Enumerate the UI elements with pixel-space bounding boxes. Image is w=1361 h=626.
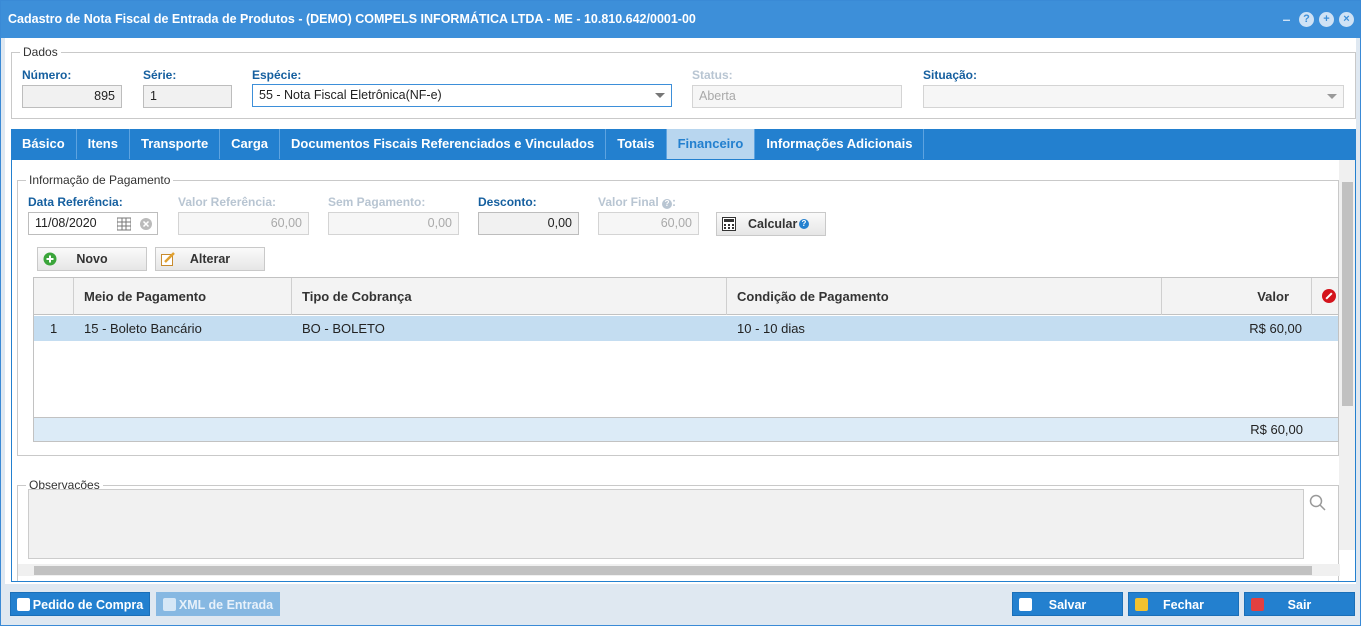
data-referencia-value: 11/08/2020	[35, 216, 97, 230]
vertical-scrollbar[interactable]	[1339, 160, 1355, 550]
table-row[interactable]: 1 15 - Boleto Bancário BO - BOLETO 10 - …	[34, 316, 1338, 341]
novo-label: Novo	[76, 252, 108, 266]
grid-total: R$ 60,00	[34, 417, 1338, 441]
form-body: Dados Número: 895 Série: 1 Espécie: 55 -…	[5, 38, 1356, 584]
tab-totais[interactable]: Totais	[606, 129, 667, 159]
situacao-select	[923, 85, 1344, 108]
tab-carga[interactable]: Carga	[220, 129, 281, 159]
serie-label: Série:	[143, 68, 177, 82]
salvar-button[interactable]: Salvar	[1012, 592, 1123, 616]
observacoes-textarea[interactable]	[28, 489, 1304, 559]
tab-itens[interactable]: Itens	[77, 129, 130, 159]
col-header-tipo[interactable]: Tipo de Cobrança	[292, 278, 727, 315]
window-title: Cadastro de Nota Fiscal de Entrada de Pr…	[8, 12, 696, 26]
tab-transporte[interactable]: Transporte	[130, 129, 221, 159]
info-icon: ?	[662, 199, 673, 209]
status-label: Status:	[692, 68, 733, 82]
calcular-button[interactable]: Calcular ?	[716, 212, 826, 236]
calcular-label: Calcular	[748, 217, 798, 231]
grid-header: Meio de Pagamento Tipo de Cobrança Condi…	[34, 278, 1338, 315]
numero-label: Número:	[22, 68, 72, 82]
alterar-label: Alterar	[189, 252, 231, 266]
tab-basico[interactable]: Básico	[11, 129, 77, 159]
close-icon[interactable]: ×	[1339, 12, 1354, 27]
data-referencia-label: Data Referência:	[28, 195, 123, 209]
fechar-label: Fechar	[1163, 598, 1204, 612]
cell-index: 1	[50, 321, 58, 336]
bottom-toolbar: Pedido de Compra XML de Entrada Salvar F…	[1, 586, 1360, 625]
cell-meio: 15 - Boleto Bancário	[84, 321, 202, 336]
valor-referencia-label: Valor Referência:	[178, 195, 277, 209]
minimize-icon[interactable]: –	[1279, 12, 1294, 27]
title-bar: Cadastro de Nota Fiscal de Entrada de Pr…	[1, 1, 1360, 38]
calendar-icon[interactable]	[117, 217, 131, 231]
scroll-thumb[interactable]	[1342, 182, 1353, 406]
window: Cadastro de Nota Fiscal de Entrada de Pr…	[0, 0, 1361, 626]
sem-pagamento-label: Sem Pagamento:	[328, 195, 426, 209]
xml-de-entrada-button: XML de Entrada	[156, 592, 280, 616]
valor-final-label: Valor Final	[598, 195, 659, 209]
tab-bar: Básico Itens Transporte Carga Documentos…	[11, 129, 1356, 159]
status-field: Aberta	[692, 85, 902, 108]
help-icon[interactable]: ?	[799, 219, 809, 229]
salvar-label: Salvar	[1048, 598, 1087, 612]
sem-pagamento-field: 0,00	[328, 212, 459, 235]
col-header-valor[interactable]: Valor	[1162, 278, 1312, 315]
col-header-remove[interactable]	[1312, 278, 1338, 315]
horizontal-scrollbar[interactable]	[18, 564, 1340, 576]
novo-button[interactable]: Novo	[37, 247, 147, 271]
col-header-index	[34, 278, 74, 315]
tab-documentos-fiscais[interactable]: Documentos Fiscais Referenciados e Vincu…	[280, 129, 607, 159]
dados-legend: Dados	[23, 45, 58, 59]
scroll-thumb[interactable]	[34, 566, 1312, 575]
sair-label: Sair	[1287, 598, 1312, 612]
fechar-button[interactable]: Fechar	[1128, 592, 1239, 616]
serie-field[interactable]: 1	[143, 85, 232, 108]
especie-select[interactable]: 55 - Nota Fiscal Eletrônica(NF-e)	[252, 84, 672, 107]
cell-valor: R$ 60,00	[1249, 321, 1302, 336]
sair-button[interactable]: Sair	[1244, 592, 1355, 616]
valor-final-label-wrap: Valor Final ?:	[598, 195, 677, 209]
desconto-label: Desconto:	[478, 195, 537, 209]
pedido-label: Pedido de Compra	[32, 598, 144, 612]
desconto-field[interactable]: 0,00	[478, 212, 579, 235]
situacao-label: Situação:	[923, 68, 978, 82]
cell-tipo: BO - BOLETO	[302, 321, 385, 336]
valor-referencia-field: 60,00	[178, 212, 309, 235]
col-header-meio[interactable]: Meio de Pagamento	[74, 278, 292, 315]
help-icon[interactable]: ?	[1299, 12, 1314, 27]
especie-value: 55 - Nota Fiscal Eletrônica(NF-e)	[259, 88, 442, 102]
pedido-de-compra-button[interactable]: Pedido de Compra	[10, 592, 150, 616]
chevron-down-icon[interactable]	[655, 93, 665, 98]
maximize-icon[interactable]: +	[1319, 12, 1334, 27]
pagamento-legend: Informação de Pagamento	[29, 173, 171, 187]
cell-condicao: 10 - 10 dias	[737, 321, 805, 336]
data-referencia-field[interactable]: 11/08/2020	[28, 212, 158, 235]
search-icon[interactable]	[1309, 494, 1327, 512]
alterar-button[interactable]: Alterar	[155, 247, 265, 271]
numero-field[interactable]: 895	[22, 85, 122, 108]
especie-label: Espécie:	[252, 68, 302, 82]
xml-label: XML de Entrada	[178, 598, 274, 612]
financeiro-panel: Informação de Pagamento Data Referência:…	[11, 159, 1356, 582]
calculator-icon	[722, 217, 736, 231]
tab-financeiro[interactable]: Financeiro	[666, 129, 756, 159]
pagamento-grid: Meio de Pagamento Tipo de Cobrança Condi…	[33, 277, 1339, 442]
clear-icon[interactable]	[139, 217, 153, 231]
tab-informacoes-adicionais[interactable]: Informações Adicionais	[755, 129, 925, 159]
chevron-down-icon	[1327, 94, 1337, 99]
valor-final-field: 60,00	[598, 212, 699, 235]
col-header-condicao[interactable]: Condição de Pagamento	[727, 278, 1162, 315]
